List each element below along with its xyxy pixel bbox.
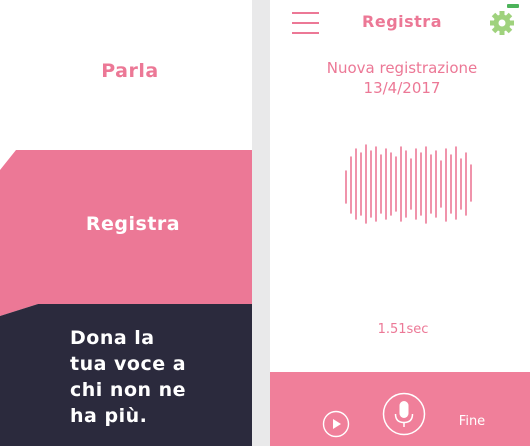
menu-item-parla[interactable]: Parla: [0, 60, 252, 82]
panel-divider: [252, 0, 270, 446]
gear-icon[interactable]: [485, 2, 521, 38]
dona-line: Dona la: [70, 327, 155, 349]
dona-line: chi non ne: [70, 379, 187, 401]
dona-line: ha più.: [70, 405, 148, 427]
recording-name: Nuova registrazione: [326, 59, 478, 77]
record-screen: Registra Nuova registrazione 13/4/2017 1…: [270, 0, 530, 446]
hamburger-icon: [292, 32, 319, 34]
microphone-icon: [394, 401, 414, 427]
menu-item-registra[interactable]: Registra: [0, 213, 252, 235]
dona-line: tua voce a: [70, 353, 187, 375]
duration-label: 1.51sec: [377, 322, 429, 337]
recording-date: 13/4/2017: [363, 79, 441, 97]
play-button[interactable]: [322, 410, 350, 438]
waveform: [345, 144, 472, 224]
side-menu: Parla Registra Dona la tua voce a chi no…: [0, 0, 252, 446]
record-button[interactable]: [382, 392, 426, 436]
finish-button[interactable]: Fine: [448, 414, 496, 429]
menu-item-dona[interactable]: Dona la tua voce a chi non ne ha più.: [70, 325, 250, 429]
